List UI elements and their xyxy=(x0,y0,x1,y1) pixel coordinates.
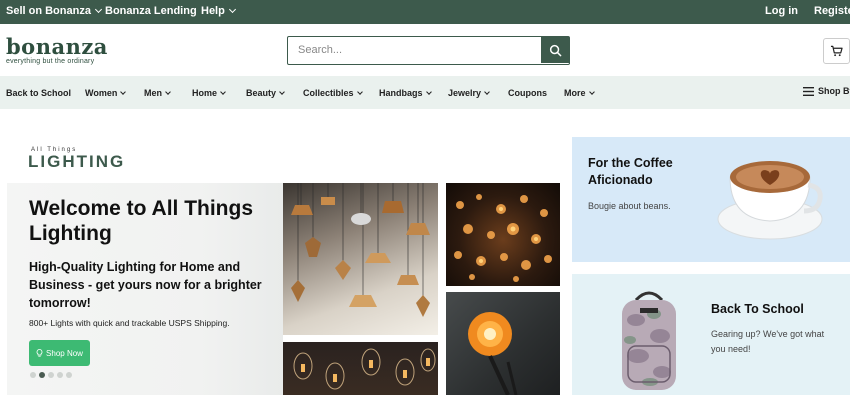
all-things-lighting-logo: All Things LIGHTING xyxy=(28,147,125,171)
carousel-dot[interactable] xyxy=(30,372,36,378)
help-label: Help xyxy=(201,5,225,17)
chevron-down-icon xyxy=(356,89,363,95)
search-button[interactable] xyxy=(541,37,569,63)
bonanza-logo[interactable]: bonanza everything but the ordinary xyxy=(6,34,108,65)
warm-bulbs-photo[interactable] xyxy=(446,183,560,286)
coffee-promo-card[interactable]: For the Coffee Aficionado Bougie about b… xyxy=(572,137,850,262)
edison-bulbs-photo[interactable] xyxy=(283,342,438,395)
cart-icon xyxy=(830,45,843,57)
shop-by-label: Shop By xyxy=(818,86,850,96)
chevron-down-icon xyxy=(220,89,226,95)
nav-item-men[interactable]: Men xyxy=(144,88,171,98)
help-menu[interactable]: Help xyxy=(201,5,236,17)
nav-label: Collectibles xyxy=(303,88,354,98)
nav-item-jewelry[interactable]: Jewelry xyxy=(448,88,490,98)
category-nav: Back to School Women Men Home Beauty Col… xyxy=(0,76,850,109)
nav-label: Jewelry xyxy=(448,88,482,98)
carousel-dot[interactable] xyxy=(66,372,72,378)
shop-now-button[interactable]: Shop Now xyxy=(29,340,90,366)
hero-title: Welcome to All Things Lighting xyxy=(29,197,254,245)
hero-subtitle: High-Quality Lighting for Home and Busin… xyxy=(29,260,262,310)
nav-item-back-to-school[interactable]: Back to School xyxy=(6,88,71,98)
site-header: bonanza everything but the ordinary xyxy=(0,24,850,76)
shop-by-menu[interactable]: Shop By xyxy=(803,86,850,96)
cart-button[interactable] xyxy=(823,38,850,64)
chevron-down-icon xyxy=(94,5,103,14)
login-label: Log in xyxy=(765,5,798,17)
coffee-promo-text: Bougie about beans. xyxy=(588,201,671,211)
register-label: Register xyxy=(814,5,850,17)
pendant-lights-illustration xyxy=(291,183,430,317)
orange-lamp-photo[interactable] xyxy=(446,292,560,395)
nav-item-coupons[interactable]: Coupons xyxy=(508,88,547,98)
chevron-down-icon xyxy=(165,89,171,95)
nav-label: Women xyxy=(85,88,118,98)
nav-item-home[interactable]: Home xyxy=(192,88,226,98)
chevron-down-icon xyxy=(425,89,432,95)
chevron-down-icon xyxy=(279,89,285,95)
nav-item-beauty[interactable]: Beauty xyxy=(246,88,285,98)
pendant-lights-photo[interactable] xyxy=(283,183,438,335)
brand-big-text: LIGHTING xyxy=(28,152,126,171)
top-bar: Sell on Bonanza Bonanza Lending Help Log… xyxy=(0,0,850,24)
coffee-promo-title: For the Coffee Aficionado xyxy=(588,156,673,187)
chevron-down-icon xyxy=(120,89,127,95)
sell-on-bonanza-label: Sell on Bonanza xyxy=(6,5,91,17)
hero-shipping-text: 800+ Lights with quick and trackable USP… xyxy=(29,318,230,328)
sell-on-bonanza-menu[interactable]: Sell on Bonanza xyxy=(6,5,103,17)
register-link[interactable]: Register xyxy=(814,5,850,17)
carousel-dot-active[interactable] xyxy=(39,372,45,378)
nav-item-more[interactable]: More xyxy=(564,88,595,98)
nav-label: More xyxy=(564,88,586,98)
chevron-down-icon xyxy=(484,89,490,95)
nav-label: Home xyxy=(192,88,218,98)
school-promo-title: Back To School xyxy=(711,302,804,316)
warm-bulbs-illustration xyxy=(454,194,552,282)
nav-label: Men xyxy=(144,88,162,98)
logo-tagline: everything but the ordinary xyxy=(6,58,95,65)
back-to-school-promo-card[interactable]: Back To School Gearing up? We've got wha… xyxy=(572,274,850,395)
edison-bulbs-illustration xyxy=(293,348,436,390)
login-link[interactable]: Log in xyxy=(765,5,798,17)
lightbulb-icon xyxy=(36,349,43,357)
carousel-dot[interactable] xyxy=(57,372,63,378)
chevron-down-icon xyxy=(588,89,595,95)
carousel-dot[interactable] xyxy=(48,372,54,378)
hero-section: All Things LIGHTING Welcome to All Thing… xyxy=(0,109,850,395)
school-promo-text: Gearing up? We've got what you need! xyxy=(711,329,825,354)
orange-lamp-illustration xyxy=(468,312,518,395)
carousel-dots xyxy=(30,372,72,378)
nav-label: Handbags xyxy=(379,88,423,98)
nav-label: Coupons xyxy=(508,88,547,98)
bonanza-lending-link[interactable]: Bonanza Lending xyxy=(105,5,197,17)
chevron-down-icon xyxy=(228,5,236,14)
bonanza-lending-label: Bonanza Lending xyxy=(105,5,197,17)
hamburger-icon xyxy=(803,86,814,96)
nav-item-collectibles[interactable]: Collectibles xyxy=(303,88,363,98)
search-icon xyxy=(549,44,561,56)
nav-label: Back to School xyxy=(6,88,72,98)
shop-now-label: Shop Now xyxy=(46,348,83,358)
nav-item-handbags[interactable]: Handbags xyxy=(379,88,432,98)
backpack-image xyxy=(622,291,676,390)
nav-item-women[interactable]: Women xyxy=(85,88,127,98)
search-input[interactable] xyxy=(288,37,540,63)
search-bar xyxy=(287,36,570,65)
logo-word: bonanza xyxy=(6,34,108,59)
coffee-cup-image xyxy=(717,161,823,240)
nav-label: Beauty xyxy=(246,88,277,98)
